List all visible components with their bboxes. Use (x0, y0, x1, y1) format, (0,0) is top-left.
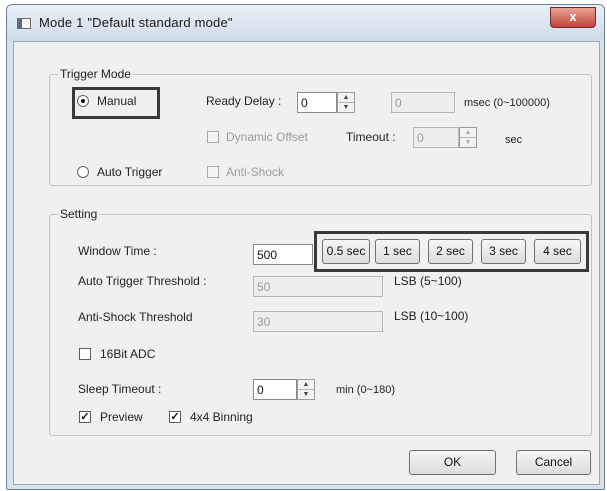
spin-up-icon[interactable]: ▲ (338, 93, 354, 103)
window-time-2-sec-button[interactable]: 2 sec (428, 239, 473, 264)
cancel-button[interactable]: Cancel (516, 450, 591, 475)
anti-shock-threshold-unit: LSB (10~100) (394, 309, 469, 323)
sleep-timeout-input[interactable]: 0 (253, 379, 297, 400)
spin-down-icon[interactable]: ▼ (298, 390, 314, 399)
auto-trigger-threshold-unit: LSB (5~100) (394, 274, 462, 288)
spin-down-icon[interactable]: ▼ (460, 138, 476, 147)
auto-trigger-label[interactable]: Auto Trigger (97, 165, 162, 179)
preview-checkbox[interactable]: ✓ (79, 411, 91, 423)
manual-highlight-box (72, 87, 160, 119)
auto-trigger-threshold-label: Auto Trigger Threshold : (78, 274, 207, 288)
window-time-input[interactable]: 500 (253, 244, 313, 265)
adc-16bit-checkbox[interactable] (79, 348, 91, 360)
dialog-client-area: Trigger Mode Manual Ready Delay : 0 ▲ ▼ … (13, 41, 600, 485)
anti-shock-threshold-input[interactable]: 30 (253, 311, 383, 332)
timeout-unit: sec (505, 134, 523, 146)
sleep-timeout-label: Sleep Timeout : (78, 382, 162, 396)
adc-16bit-label[interactable]: 16Bit ADC (100, 347, 155, 361)
dialog-window: Mode 1 "Default standard mode" x Trigger… (6, 4, 605, 490)
dynamic-offset-checkbox[interactable] (207, 131, 219, 143)
anti-shock-label: Anti-Shock (226, 165, 285, 179)
ready-delay-input[interactable]: 0 (297, 92, 337, 113)
ready-delay-label: Ready Delay : (206, 94, 282, 108)
close-button[interactable]: x (550, 7, 596, 28)
window-icon (17, 18, 31, 29)
sleep-timeout-unit: min (0~180) (336, 384, 396, 396)
spin-up-icon[interactable]: ▲ (298, 380, 314, 390)
ready-delay-spinner[interactable]: ▲ ▼ (337, 92, 355, 113)
ready-delay-unit: msec (0~100000) (464, 97, 550, 109)
trigger-mode-group-label: Trigger Mode (58, 67, 133, 81)
binning-checkbox[interactable]: ✓ (169, 411, 181, 423)
sleep-timeout-spinner[interactable]: ▲ ▼ (297, 379, 315, 400)
timeout-input[interactable]: 0 (413, 127, 459, 148)
binning-label[interactable]: 4x4 Binning (190, 410, 253, 424)
window-time-3-sec-button[interactable]: 3 sec (481, 239, 526, 264)
window-time-4-sec-button[interactable]: 4 sec (534, 239, 581, 264)
anti-shock-threshold-label: Anti-Shock Threshold (78, 310, 193, 324)
window-time-0-5-sec-button[interactable]: 0.5 sec (322, 239, 370, 264)
window-title: Mode 1 "Default standard mode" (39, 15, 233, 30)
spin-up-icon[interactable]: ▲ (460, 128, 476, 138)
spin-down-icon[interactable]: ▼ (338, 103, 354, 112)
timeout-spinner[interactable]: ▲ ▼ (459, 127, 477, 148)
preview-label[interactable]: Preview (100, 410, 143, 424)
window-time-1-sec-button[interactable]: 1 sec (375, 239, 420, 264)
ready-delay-readonly-field: 0 (391, 92, 455, 113)
dynamic-offset-label: Dynamic Offset (226, 130, 308, 144)
timeout-label: Timeout : (346, 130, 396, 144)
auto-trigger-radio[interactable] (77, 166, 89, 178)
anti-shock-checkbox[interactable] (207, 166, 219, 178)
setting-group-label: Setting (58, 207, 100, 221)
ok-button[interactable]: OK (409, 450, 496, 475)
window-time-label: Window Time : (78, 244, 157, 258)
title-bar[interactable]: Mode 1 "Default standard mode" x (7, 5, 604, 41)
auto-trigger-threshold-input[interactable]: 50 (253, 276, 383, 297)
